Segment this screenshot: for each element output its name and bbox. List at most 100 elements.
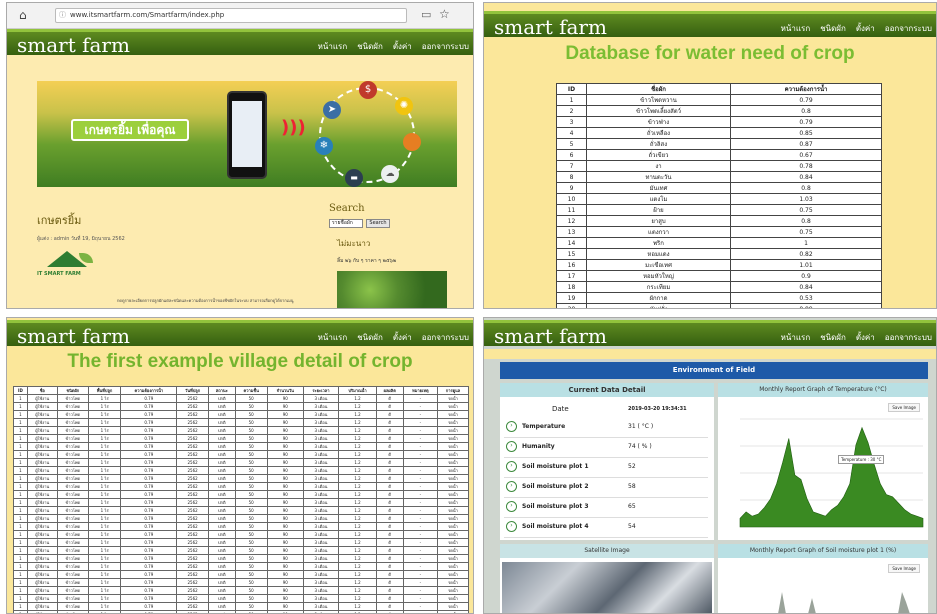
cell-crop: ทานตะวัน [586,171,731,183]
col-crop: ชื่อผัก [586,83,731,95]
reading-label: Soil moisture plot 4 [522,523,589,530]
post-title[interactable]: เกษตรยิ้ม [37,211,81,229]
reading-value: 54 [628,523,636,530]
nav-home[interactable]: หน้าแรก [781,331,811,344]
table-cell: 1.2 [338,466,377,475]
pie-chart-icon [403,133,421,151]
table-cell: รดน้ำ [437,426,469,435]
reading-icon: › [506,481,517,492]
table-cell: 90 [266,562,304,571]
table-cell: ดี [375,426,404,435]
table-row: 1ผู้ใช้งานข้าวโพด1 ไร่0.792562ปกติ50903 … [13,522,469,531]
nav-home[interactable]: หน้าแรก [318,331,348,344]
table-cell: 90 [266,498,304,507]
col-header: จำนวนวัน [266,386,304,395]
site-logo[interactable]: smart farm [494,324,607,348]
nav-home[interactable]: หน้าแรก [781,22,811,35]
home-icon[interactable]: ⌂ [19,8,27,22]
address-bar[interactable]: ⓘ www.itsmartfarm.com/Smartfarm/index.ph… [55,8,407,23]
col-header: ID [13,386,28,395]
table-cell: 90 [266,530,304,539]
table-cell: 1 ไร่ [87,474,122,483]
table-cell: 0.79 [120,554,178,563]
table-cell: ผู้ใช้งาน [26,434,58,443]
table-cell: 0.79 [120,490,178,499]
table-cell: รดน้ำ [437,410,469,419]
table-cell: - [402,458,439,467]
search-button[interactable]: Search [366,219,390,228]
reader-icon[interactable]: ▭ [421,8,431,21]
table-cell: ปกติ [208,466,236,475]
table-cell: 50 [234,466,268,475]
cell-crop: แตงกวา [586,226,731,238]
home-page-panel: ⌂ ⓘ www.itsmartfarm.com/Smartfarm/index.… [6,2,474,309]
table-cell: 3 เดือน [302,482,340,491]
site-logo[interactable]: smart farm [494,15,607,39]
site-logo[interactable]: smart farm [17,33,130,57]
main-nav: หน้าแรก ชนิดผัก ตั้งค่า ออกจากระบบ [781,331,932,344]
nav-crops[interactable]: ชนิดผัก [820,331,846,344]
table-cell: 50 [234,474,268,483]
table-cell: รดน้ำ [437,490,469,499]
table-cell: รดน้ำ [437,474,469,483]
table-cell: ดี [375,514,404,523]
nav-logout[interactable]: ออกจากระบบ [885,22,932,35]
table-cell: 3 เดือน [302,570,340,579]
table-cell: 50 [234,594,268,603]
table-cell: ปกติ [208,474,236,483]
table-cell: - [402,514,439,523]
temperature-graph-title: Monthly Report Graph of Temperature (°C) [718,383,928,397]
table-cell: รดน้ำ [437,394,469,403]
table-cell: ผู้ใช้งาน [26,578,58,587]
table-cell: 1.2 [338,498,377,507]
table-cell: รดน้ำ [437,610,469,613]
col-header: ชื่อ [26,386,58,395]
table-cell: ข้าวโพด [56,466,89,475]
nav-logout[interactable]: ออกจากระบบ [422,331,469,344]
reading-icon: › [506,501,517,512]
table-cell: ข้าวโพด [56,402,89,411]
cell-id: 3 [556,116,587,128]
nav-settings[interactable]: ตั้งค่า [856,22,875,35]
cell-water: 0.9 [730,270,882,282]
cell-id: 20 [556,303,587,308]
nav-home[interactable]: หน้าแรก [318,40,348,53]
table-cell: 90 [266,434,304,443]
table-cell: 50 [234,490,268,499]
site-logo[interactable]: smart farm [17,324,130,348]
nav-settings[interactable]: ตั้งค่า [393,331,412,344]
table-cell: 0.79 [120,474,178,483]
table-cell: 0.79 [120,530,178,539]
nav-settings[interactable]: ตั้งค่า [393,40,412,53]
nav-crops[interactable]: ชนิดผัก [357,40,383,53]
nav-logout[interactable]: ออกจากระบบ [422,40,469,53]
sidebar-post-title[interactable]: ไม่มะนาว [337,237,370,250]
table-row: 1ผู้ใช้งานข้าวโพด1 ไร่0.792562ปกติ50903 … [13,546,469,555]
table-cell: 2562 [176,410,210,419]
nav-crops[interactable]: ชนิดผัก [820,22,846,35]
table-cell: - [402,434,439,443]
smart-farm-logo: IT SMART FARM [33,251,101,301]
bookmark-star-icon[interactable]: ☆ [439,7,450,21]
table-cell: 1 [13,578,28,587]
table-cell: 1 ไร่ [87,418,122,427]
table-cell: ปกติ [208,602,236,611]
table-cell: ผู้ใช้งาน [26,546,58,555]
table-cell: 3 เดือน [302,418,340,427]
table-cell: ข้าวโพด [56,490,89,499]
col-id: ID [556,83,587,95]
cell-water: 0.85 [730,127,882,139]
table-cell: 0.79 [120,578,178,587]
table-cell: 50 [234,578,268,587]
table-cell: 0.79 [120,418,178,427]
search-select[interactable]: รายชื่อผัก [329,219,363,228]
table-cell: ข้าวโพด [56,458,89,467]
table-cell: ดี [375,474,404,483]
table-cell: 1 ไร่ [87,570,122,579]
col-header: ระยะเวลา [302,386,340,395]
nav-crops[interactable]: ชนิดผัก [357,331,383,344]
nav-settings[interactable]: ตั้งค่า [856,331,875,344]
nav-logout[interactable]: ออกจากระบบ [885,331,932,344]
table-cell: 1.2 [338,538,377,547]
table-cell: 3 เดือน [302,394,340,403]
